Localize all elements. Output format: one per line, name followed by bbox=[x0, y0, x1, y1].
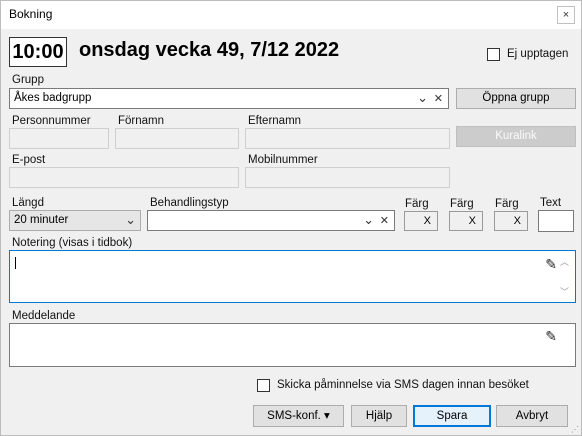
color-picker-3[interactable]: X bbox=[494, 211, 528, 231]
note-textarea[interactable]: ✎ ︿ ﹀ bbox=[9, 250, 576, 303]
group-value: Åkes badgrupp bbox=[14, 92, 92, 104]
message-textarea[interactable]: ✎ bbox=[9, 323, 576, 367]
mobile-label: Mobilnummer bbox=[248, 154, 318, 166]
not-busy-label: Ej upptagen bbox=[507, 48, 569, 60]
ssn-label: Personnummer bbox=[12, 115, 91, 127]
window-title: Bokning bbox=[9, 7, 53, 21]
scroll-up-icon[interactable]: ︿ bbox=[560, 255, 569, 268]
email-field[interactable] bbox=[9, 167, 239, 188]
group-label: Grupp bbox=[12, 74, 44, 86]
clear-color-icon[interactable]: X bbox=[514, 215, 521, 227]
sms-reminder-checkbox[interactable] bbox=[257, 379, 270, 392]
sms-reminder-label: Skicka påminnelse via SMS dagen innan be… bbox=[277, 379, 529, 391]
color-picker-2[interactable]: X bbox=[449, 211, 483, 231]
help-button[interactable]: Hjälp bbox=[351, 405, 407, 427]
time-display[interactable]: 10:00 bbox=[9, 37, 67, 67]
sms-config-button[interactable]: SMS-konf. ▾ bbox=[253, 405, 344, 427]
pencil-icon[interactable]: ✎ bbox=[545, 256, 557, 273]
length-label: Längd bbox=[12, 197, 44, 209]
booking-dialog: Bokning × 10:00 onsdag vecka 49, 7/12 20… bbox=[0, 0, 582, 436]
color-label-3: Färg bbox=[495, 198, 519, 210]
lastname-field[interactable] bbox=[245, 128, 450, 149]
color-picker-1[interactable]: X bbox=[404, 211, 438, 231]
email-label: E-post bbox=[12, 154, 46, 166]
length-select[interactable]: 20 minuter ⌄ bbox=[9, 210, 141, 231]
kuralink-button[interactable]: Kuralink bbox=[456, 126, 576, 147]
note-label: Notering (visas i tidbok) bbox=[12, 237, 133, 249]
color-label-2: Färg bbox=[450, 198, 474, 210]
pencil-icon[interactable]: ✎ bbox=[545, 328, 557, 345]
firstname-label: Förnamn bbox=[118, 115, 165, 127]
chevron-down-icon[interactable]: ⌄ bbox=[363, 212, 374, 228]
color-label-1: Färg bbox=[405, 198, 429, 210]
text-color-field[interactable] bbox=[538, 210, 574, 232]
text-label: Text bbox=[540, 197, 562, 209]
clear-color-icon[interactable]: X bbox=[424, 215, 431, 227]
not-busy-checkbox[interactable] bbox=[487, 48, 500, 61]
scroll-down-icon[interactable]: ﹀ bbox=[560, 285, 569, 298]
ssn-field[interactable] bbox=[9, 128, 109, 149]
date-heading: onsdag vecka 49, 7/12 2022 bbox=[79, 39, 340, 61]
chevron-down-icon[interactable]: ⌄ bbox=[417, 90, 428, 106]
clear-color-icon[interactable]: X bbox=[469, 215, 476, 227]
firstname-field[interactable] bbox=[115, 128, 239, 149]
mobile-field[interactable] bbox=[245, 167, 450, 188]
open-group-button[interactable]: Öppna grupp bbox=[456, 88, 576, 109]
text-caret bbox=[15, 257, 16, 269]
title-bar: Bokning × bbox=[1, 1, 581, 29]
group-select[interactable]: Åkes badgrupp ⌄ ✕ bbox=[9, 88, 449, 109]
resize-grip-icon[interactable]: ⋰ bbox=[571, 425, 579, 434]
treatment-label: Behandlingstyp bbox=[150, 197, 229, 209]
message-label: Meddelande bbox=[12, 310, 76, 322]
treatment-select[interactable]: ⌄ ✕ bbox=[147, 210, 395, 231]
save-button[interactable]: Spara bbox=[413, 405, 491, 427]
close-icon[interactable]: × bbox=[557, 6, 575, 24]
clear-icon[interactable]: ✕ bbox=[434, 92, 443, 105]
length-value: 20 minuter bbox=[14, 214, 69, 226]
chevron-down-icon[interactable]: ⌄ bbox=[125, 212, 136, 228]
clear-icon[interactable]: ✕ bbox=[380, 214, 389, 227]
cancel-button[interactable]: Avbryt bbox=[496, 405, 568, 427]
lastname-label: Efternamn bbox=[248, 115, 302, 127]
